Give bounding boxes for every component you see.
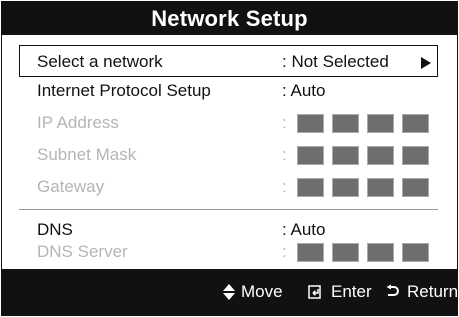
return-hint: Return — [383, 282, 458, 302]
ip-address-row: IP Address : — [19, 107, 438, 139]
ip-address-label: IP Address — [37, 113, 119, 132]
gateway-colon: : — [282, 177, 287, 196]
title-bar: Network Setup — [2, 2, 457, 35]
gateway-row: Gateway : — [19, 171, 438, 203]
subnet-mask-label: Subnet Mask — [37, 145, 137, 164]
select-network-label: Select a network — [37, 52, 163, 71]
return-label: Return — [407, 282, 458, 301]
network-setup-window: Network Setup Select a network : Not Sel… — [1, 1, 458, 316]
ip-setup-value: : Auto — [282, 81, 326, 100]
gateway-octet-4 — [402, 178, 429, 197]
dns-octet-3 — [367, 243, 394, 262]
dns-octet-4 — [402, 243, 429, 262]
dns-server-fields — [297, 243, 429, 262]
ip-octet-1 — [297, 114, 324, 133]
ip-address-fields — [297, 114, 429, 133]
dns-server-label: DNS Server — [37, 242, 128, 261]
ip-setup-row[interactable]: Internet Protocol Setup : Auto — [19, 75, 438, 107]
subnet-octet-4 — [402, 146, 429, 165]
enter-icon — [308, 285, 321, 299]
gateway-fields — [297, 178, 429, 197]
subnet-octet-2 — [332, 146, 359, 165]
dns-octet-1 — [297, 243, 324, 262]
subnet-mask-colon: : — [282, 145, 287, 164]
arrow-right-icon — [421, 57, 431, 69]
gateway-label: Gateway — [37, 177, 105, 196]
updown-icon — [223, 284, 235, 300]
dns-server-colon: : — [282, 242, 287, 261]
subnet-mask-fields — [297, 146, 429, 165]
move-hint: Move — [223, 282, 283, 302]
gateway-octet-3 — [367, 178, 394, 197]
ip-octet-4 — [402, 114, 429, 133]
ip-setup-label: Internet Protocol Setup — [37, 81, 211, 100]
select-network-value: : Not Selected — [282, 52, 389, 71]
ip-octet-2 — [332, 114, 359, 133]
dns-octet-2 — [332, 243, 359, 262]
gateway-octet-2 — [332, 178, 359, 197]
select-network-row[interactable]: Select a network : Not Selected — [19, 45, 438, 77]
ip-octet-3 — [367, 114, 394, 133]
divider — [19, 209, 438, 210]
gateway-octet-1 — [297, 178, 324, 197]
enter-label: Enter — [331, 282, 372, 301]
subnet-mask-row: Subnet Mask : — [19, 139, 438, 171]
page-title: Network Setup — [151, 6, 308, 31]
ip-address-colon: : — [282, 113, 287, 132]
subnet-octet-1 — [297, 146, 324, 165]
enter-hint: Enter — [307, 282, 372, 302]
subnet-octet-3 — [367, 146, 394, 165]
dns-server-row: DNS Server : — [19, 236, 438, 268]
return-icon — [386, 284, 399, 296]
footer-bar: Move Enter Return — [2, 269, 457, 315]
move-label: Move — [241, 282, 283, 301]
